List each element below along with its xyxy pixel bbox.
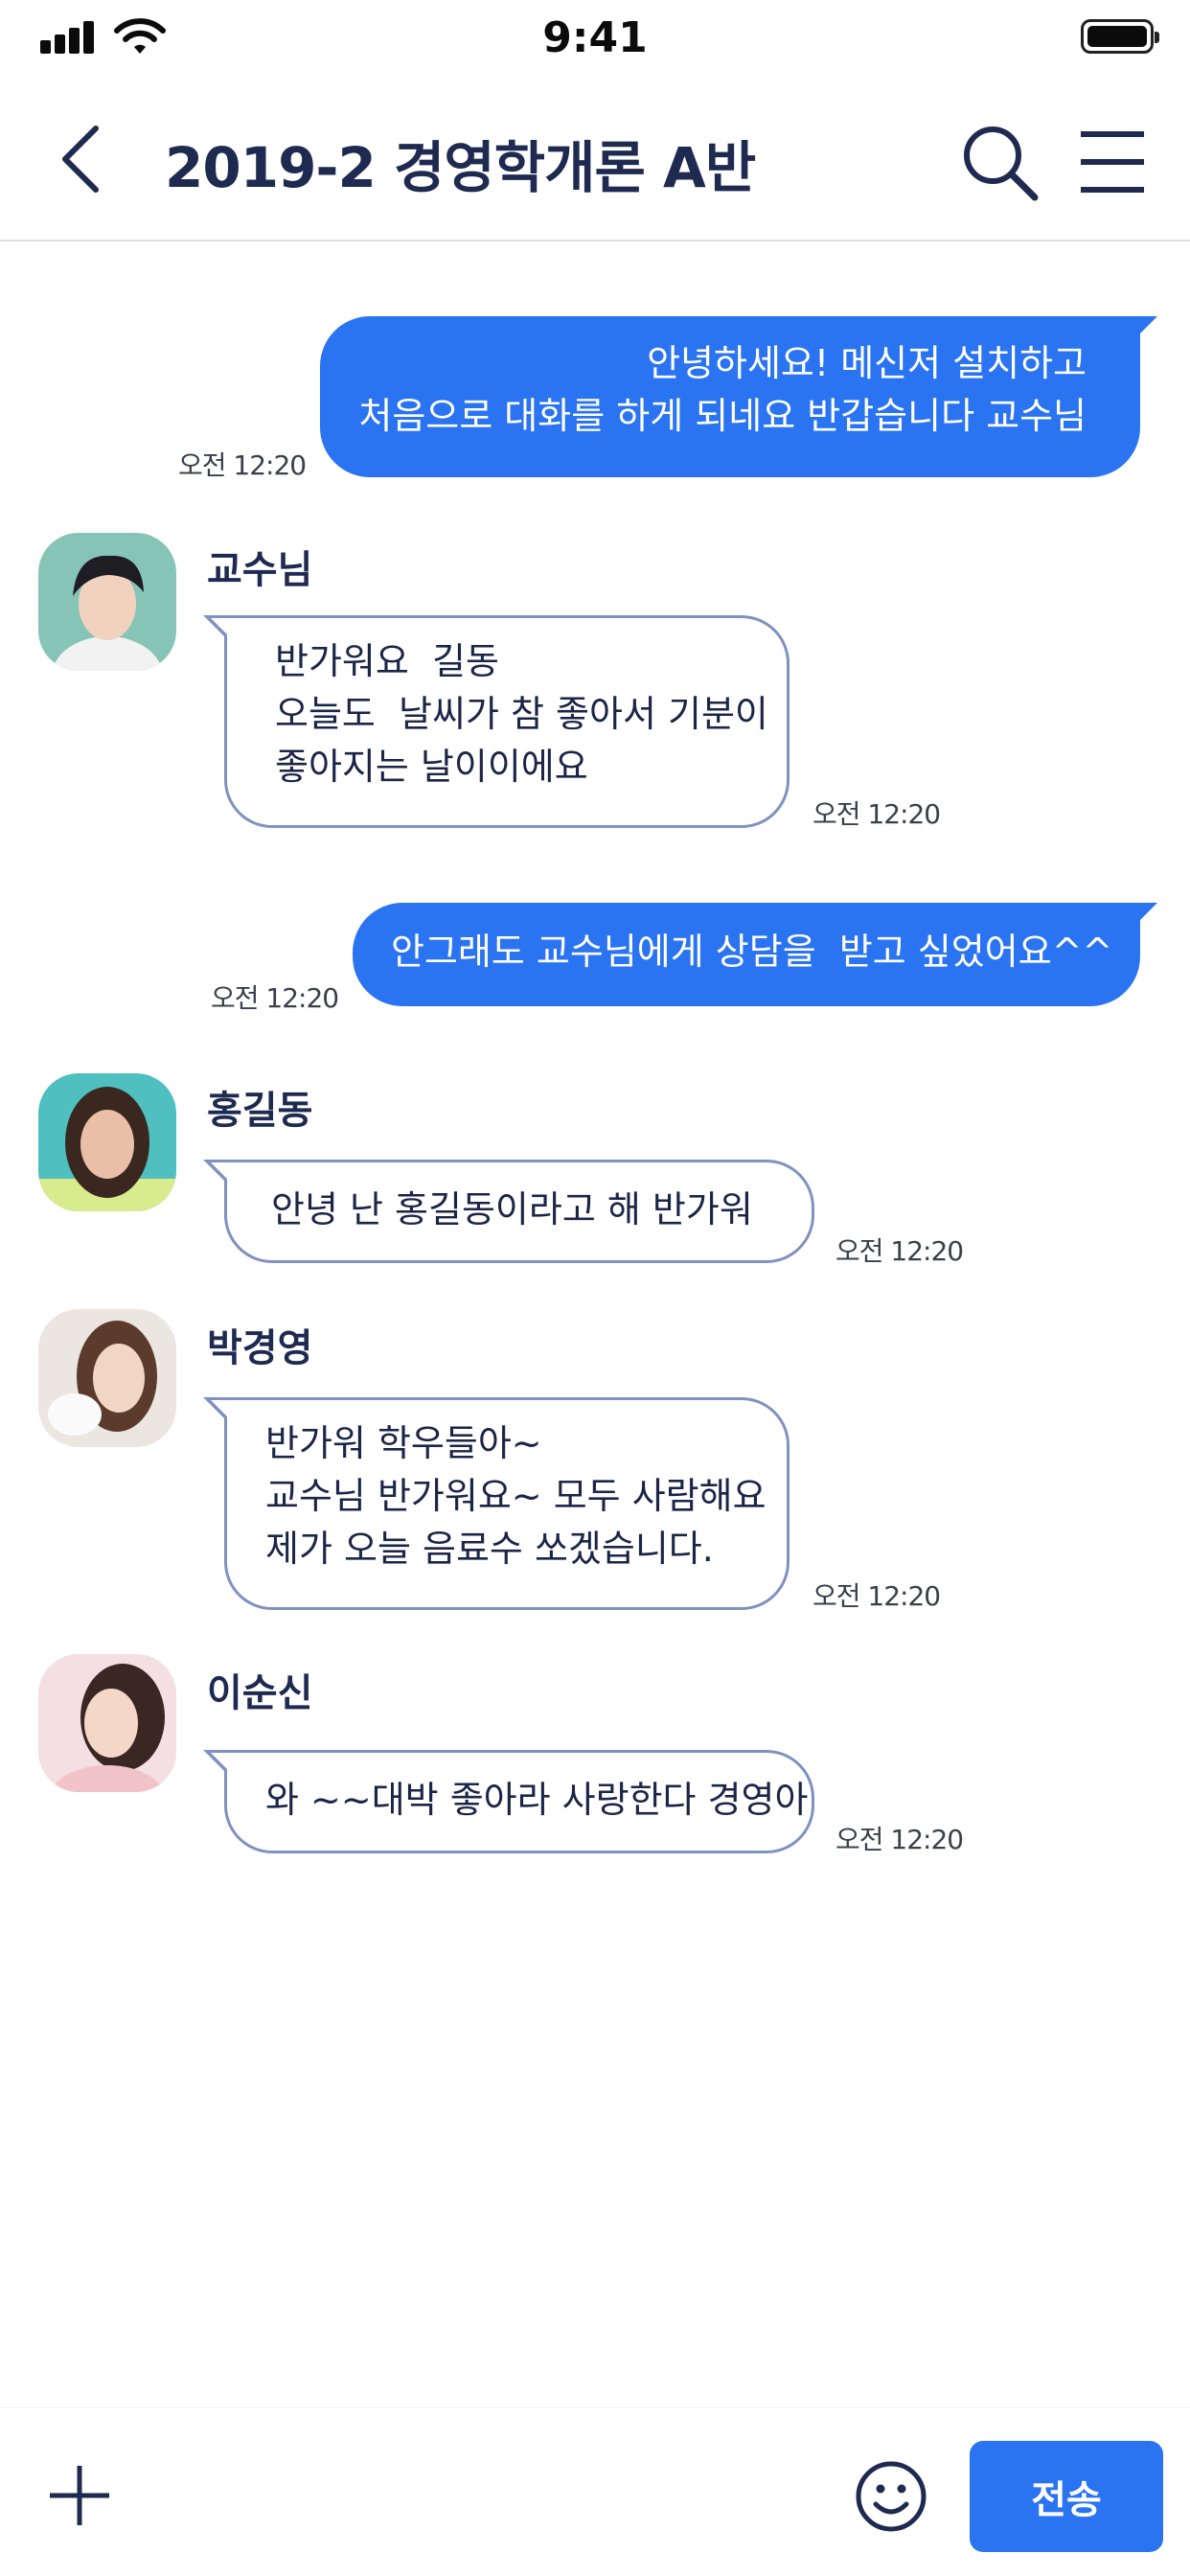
avatar-image (38, 1654, 176, 1792)
search-button[interactable] (960, 123, 1041, 203)
sender-name: 홍길동 (207, 1089, 313, 1133)
message-text: 반가워 학우들아~ (265, 1422, 542, 1464)
message-text: 안녕 난 홍길동이라고 해 반가워 (271, 1188, 753, 1230)
sender-name: 교수님 (207, 548, 313, 592)
message-list[interactable]: 안녕하세요! 메신저 설치하고 처음으로 대화를 하게 되네요 반갑습니다 교수… (0, 242, 1190, 2407)
avatar-image (38, 1073, 176, 1211)
message-time: 오전 12:20 (812, 1580, 941, 1612)
attach-button[interactable] (46, 2462, 113, 2529)
emoji-button[interactable] (855, 2460, 927, 2533)
menu-button[interactable] (1077, 126, 1148, 197)
sender-name: 박경영 (207, 1326, 313, 1370)
chat-screen: 9:41 2019-2 경영학개론 A반 안녕하세요! 메신저 설치하고 처음으… (0, 0, 1190, 2576)
smiley-icon (856, 2461, 927, 2532)
back-button[interactable] (50, 121, 117, 197)
message-text: 처음으로 대화를 하게 되네요 반갑습니다 교수님 (358, 395, 1087, 437)
outgoing-message[interactable]: 안녕하세요! 메신저 설치하고 처음으로 대화를 하게 되네요 반갑습니다 교수… (320, 316, 1157, 477)
avatar[interactable] (38, 1309, 176, 1447)
battery-icon (1081, 19, 1159, 54)
chat-header: 2019-2 경영학개론 A반 (0, 79, 1190, 242)
chat-room-title: 2019-2 경영학개론 A반 (165, 135, 756, 200)
incoming-message[interactable]: 반가워 학우들아~ 교수님 반가워요~ 모두 사람해요 제가 오늘 음료수 쏘겠… (203, 1397, 790, 1610)
message-time: 오전 12:20 (211, 982, 339, 1014)
send-button[interactable]: 전송 (970, 2441, 1163, 2552)
message-time: 오전 12:20 (835, 1235, 964, 1267)
hamburger-menu-icon (1081, 131, 1144, 193)
message-time: 오전 12:20 (835, 1824, 964, 1855)
incoming-message[interactable]: 반가워요 길동 오늘도 날씨가 참 좋아서 기분이 좋아지는 날이이에요 (203, 615, 790, 828)
message-input-bar: 전송 (0, 2407, 1190, 2576)
search-icon (964, 126, 1039, 201)
message-text: 좋아지는 날이이에요 (275, 746, 588, 788)
status-bar: 9:41 (0, 0, 1190, 79)
message-text: 오늘도 날씨가 참 좋아서 기분이 (275, 693, 768, 735)
incoming-message[interactable]: 와 ~~대박 좋아라 사랑한다 경영아 (203, 1750, 814, 1853)
message-text: 제가 오늘 음료수 쏘겠습니다. (265, 1528, 714, 1570)
avatar-image (38, 1309, 176, 1447)
sender-name: 이순신 (207, 1671, 313, 1715)
message-text: 안그래도 교수님에게 상담을 받고 싶었어요^^ (391, 931, 1113, 973)
chevron-left-icon (62, 126, 99, 193)
message-text: 와 ~~대박 좋아라 사랑한다 경영아 (265, 1779, 809, 1821)
outgoing-message[interactable]: 안그래도 교수님에게 상담을 받고 싶었어요^^ (353, 903, 1157, 1006)
message-time: 오전 12:20 (178, 449, 307, 481)
status-time: 9:41 (542, 13, 648, 62)
plus-icon (50, 2466, 109, 2525)
avatar-image (38, 533, 176, 671)
message-time: 오전 12:20 (812, 798, 941, 830)
message-text: 안녕하세요! 메신저 설치하고 (647, 342, 1087, 384)
incoming-message[interactable]: 안녕 난 홍길동이라고 해 반가워 (203, 1160, 814, 1263)
message-text: 교수님 반가워요~ 모두 사람해요 (265, 1475, 767, 1517)
avatar[interactable] (38, 1073, 176, 1211)
avatar[interactable] (38, 533, 176, 671)
message-text: 반가워요 길동 (275, 640, 499, 682)
avatar[interactable] (38, 1654, 176, 1792)
